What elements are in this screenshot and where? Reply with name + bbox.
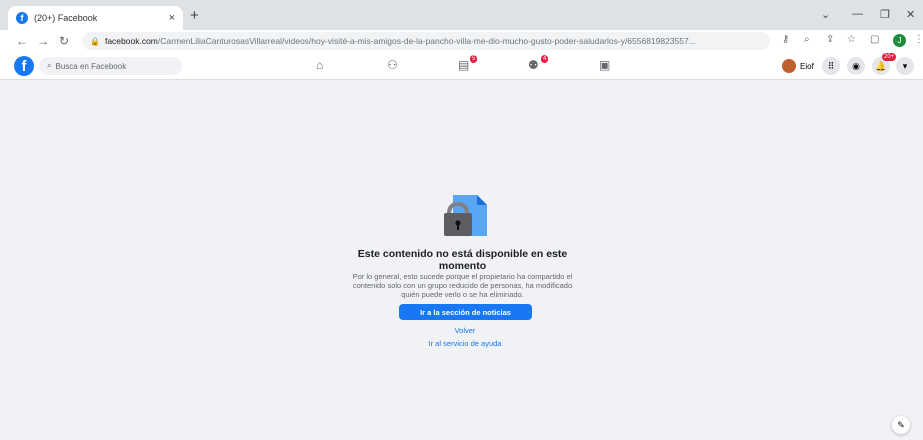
facebook-logo-icon[interactable]: f	[14, 56, 34, 76]
address-bar[interactable]: 🔒 facebook.com /CarmenLiliaCanturosasVil…	[82, 32, 770, 50]
friends-icon[interactable]: ⚇	[387, 58, 398, 72]
side-panel-icon[interactable]: ▢	[870, 34, 879, 45]
tab-title: (20+) Facebook	[34, 13, 98, 23]
tab-search-chevron-icon[interactable]: ⌄	[821, 8, 830, 21]
lock-icon: 🔒	[90, 36, 100, 46]
facebook-header: f ⌕ Busca en Facebook ⌂ ⚇ ▤ 5 ⚉ 4 ▣ Eiof…	[0, 52, 923, 80]
unavailable-description: Por lo general, esto sucede porque el pr…	[352, 272, 573, 299]
marketplace-badge: 5	[470, 55, 478, 63]
notifications-badge: 20+	[882, 53, 897, 61]
messenger-icon[interactable]: ◉	[847, 57, 865, 75]
user-name: Eiof	[800, 61, 814, 71]
marketplace-icon[interactable]: ▤	[458, 58, 469, 72]
forward-arrow-icon[interactable]: →	[33, 34, 53, 48]
browser-tab-strip: f (20+) Facebook × + ⌄ — ❐ ✕	[0, 0, 923, 30]
locked-content-illustration-icon	[444, 195, 487, 236]
browser-tab[interactable]: f (20+) Facebook ×	[8, 6, 183, 30]
tab-close-icon[interactable]: ×	[169, 12, 175, 24]
key-icon[interactable]: ⚷	[782, 34, 789, 45]
help-center-link[interactable]: Ir al servicio de ayuda	[385, 339, 545, 348]
search-placeholder: Busca en Facebook	[55, 61, 127, 71]
zoom-icon[interactable]: ⌕	[804, 34, 810, 45]
share-icon[interactable]: ⇪	[826, 34, 834, 45]
close-window-button[interactable]: ✕	[906, 8, 915, 21]
minimize-button[interactable]: —	[852, 8, 863, 20]
search-icon: ⌕	[47, 61, 52, 70]
gaming-icon[interactable]: ▣	[599, 58, 610, 72]
browser-menu-icon[interactable]: ⋮	[914, 34, 923, 45]
menu-grid-icon[interactable]: ⠿	[822, 57, 840, 75]
browser-profile-avatar[interactable]: J	[893, 34, 906, 47]
user-avatar	[782, 59, 796, 73]
facebook-favicon-icon: f	[16, 12, 28, 24]
url-host: facebook.com	[104, 36, 158, 46]
back-arrow-icon[interactable]: ←	[12, 34, 32, 48]
groups-badge: 4	[541, 55, 549, 63]
bookmark-star-icon[interactable]: ☆	[847, 34, 856, 45]
go-to-news-feed-button[interactable]: Ir a la sección de noticias	[399, 304, 532, 320]
restore-button[interactable]: ❐	[880, 8, 890, 21]
url-path: /CarmenLiliaCanturosasVillarreal/videos/…	[157, 36, 696, 46]
account-chevron-icon[interactable]: ▾	[896, 57, 914, 75]
browser-toolbar: ← → ↻ 🔒 facebook.com /CarmenLiliaCanturo…	[0, 30, 923, 52]
facebook-search-input[interactable]: ⌕ Busca en Facebook	[39, 57, 182, 75]
new-tab-button[interactable]: +	[190, 7, 199, 24]
reload-icon[interactable]: ↻	[54, 34, 74, 48]
groups-icon[interactable]: ⚉	[528, 58, 539, 72]
unavailable-heading: Este contenido no está disponible en est…	[357, 248, 568, 272]
user-profile-button[interactable]: Eiof	[782, 57, 814, 75]
home-icon[interactable]: ⌂	[316, 58, 323, 72]
back-link[interactable]: Volver	[385, 326, 545, 335]
new-message-edit-icon[interactable]: ✎	[892, 416, 910, 434]
